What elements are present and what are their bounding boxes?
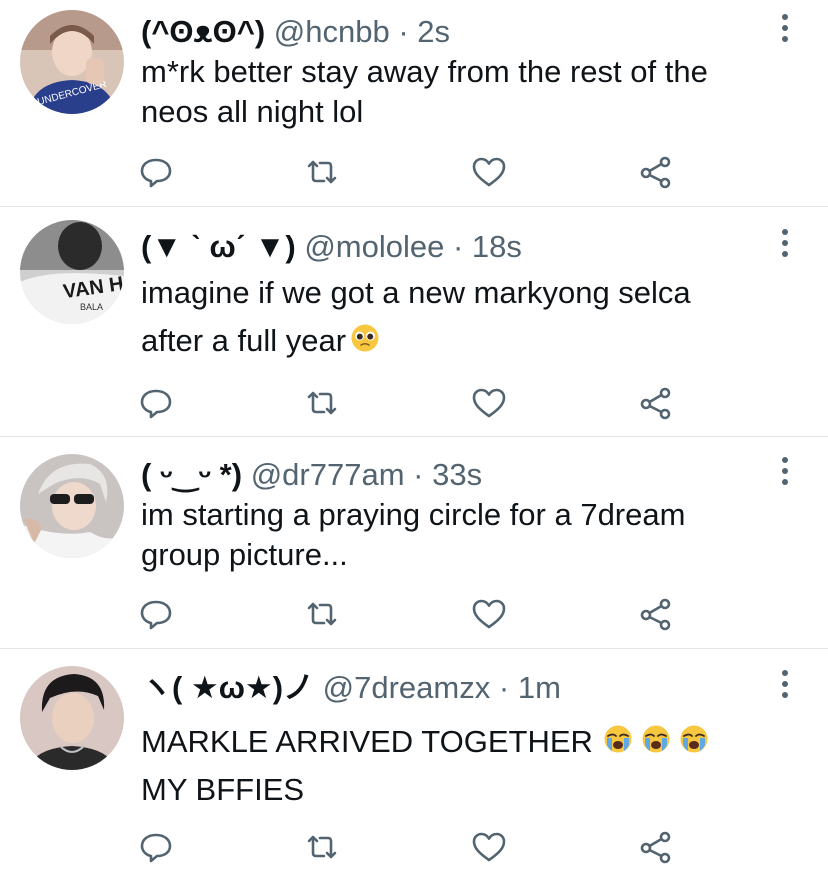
retweet-icon[interactable]: [304, 385, 340, 421]
tweet-text-line: imagine if we got a new markyong selca: [141, 275, 691, 310]
tweet-text-fragment: after a full year: [141, 323, 347, 358]
like-icon[interactable]: [471, 596, 507, 632]
user-handle[interactable]: @7dreamzx: [323, 670, 491, 705]
display-name[interactable]: ヽ( ★ω★)ノ: [141, 670, 314, 705]
tweet-header: ヽ( ★ω★)ノ @7dreamzx · 1m: [141, 668, 561, 708]
reply-icon[interactable]: [138, 596, 174, 632]
loudly-crying-face-emoji: [641, 721, 671, 767]
timestamp[interactable]: 1m: [518, 670, 561, 705]
tweet[interactable]: ( ᵕ‿ᵕ *) @dr777am · 33s im starting a pr…: [0, 437, 828, 649]
more-options-icon[interactable]: [778, 670, 792, 706]
tweet-text-line: MARKLE ARRIVED TOGETHER: [141, 719, 801, 767]
user-handle[interactable]: @mololee: [304, 229, 444, 264]
tweet-text: im starting a praying circle for a 7drea…: [141, 495, 801, 575]
svg-text:BALA: BALA: [80, 302, 103, 312]
tweet-actions: [0, 385, 828, 425]
like-icon[interactable]: [471, 385, 507, 421]
separator: ·: [413, 457, 424, 492]
user-handle[interactable]: @hcnbb: [274, 14, 390, 49]
tweet-actions: [0, 154, 828, 194]
tweet[interactable]: VAN H BALA (▼ ˋ ωˊ ▼) @mololee · 18s ima…: [0, 207, 828, 437]
timestamp[interactable]: 2s: [417, 14, 450, 49]
user-handle[interactable]: @dr777am: [251, 457, 405, 492]
loudly-crying-face-emoji: [679, 721, 709, 767]
tweet-actions: [0, 596, 828, 636]
display-name[interactable]: ( ᵕ‿ᵕ *): [141, 457, 242, 492]
tweet[interactable]: ヽ( ★ω★)ノ @7dreamzx · 1m MARKLE ARRIVED T…: [0, 649, 828, 876]
display-name[interactable]: (▼ ˋ ωˊ ▼): [141, 229, 296, 264]
retweet-icon[interactable]: [304, 596, 340, 632]
share-icon[interactable]: [638, 829, 674, 865]
tweet-text: MARKLE ARRIVED TOGETHER MY BFFIES: [141, 719, 801, 813]
more-options-icon[interactable]: [778, 457, 792, 493]
like-icon[interactable]: [471, 829, 507, 865]
retweet-icon[interactable]: [304, 154, 340, 190]
loudly-crying-face-emoji: [603, 721, 633, 767]
avatar[interactable]: UNDERCOVER: [20, 10, 124, 114]
share-icon[interactable]: [638, 385, 674, 421]
tweet-text-line: group picture...: [141, 537, 348, 572]
reply-icon[interactable]: [138, 385, 174, 421]
tweet-text-line: MY BFFIES: [141, 771, 305, 807]
share-icon[interactable]: [638, 154, 674, 190]
separator: ·: [398, 14, 409, 49]
reply-icon[interactable]: [138, 154, 174, 190]
avatar[interactable]: VAN H BALA: [20, 220, 124, 324]
tweet-actions: [0, 829, 828, 869]
tweet-header: (▼ ˋ ωˊ ▼) @mololee · 18s: [141, 227, 522, 267]
tweet-header: ( ᵕ‿ᵕ *) @dr777am · 33s: [141, 455, 482, 495]
more-options-icon[interactable]: [778, 14, 792, 50]
retweet-icon[interactable]: [304, 829, 340, 865]
like-icon[interactable]: [471, 154, 507, 190]
display-name[interactable]: (^ʘᴥʘ^): [141, 14, 265, 49]
tweet-header: (^ʘᴥʘ^) @hcnbb · 2s: [141, 12, 450, 52]
tweet-text-line: im starting a praying circle for a 7drea…: [141, 497, 686, 532]
tweet-text-line: m*rk better stay away from the rest of t…: [141, 54, 708, 89]
tweet-text-line: neos all night lol: [141, 94, 364, 129]
share-icon[interactable]: [638, 596, 674, 632]
pleading-face-emoji: [350, 319, 380, 367]
separator: ·: [498, 670, 510, 705]
timestamp[interactable]: 33s: [432, 457, 482, 492]
tweet-text: imagine if we got a new markyong selca a…: [141, 269, 801, 367]
avatar[interactable]: [20, 454, 124, 558]
avatar[interactable]: [20, 666, 124, 770]
tweet-text-fragment: MARKLE ARRIVED TOGETHER: [141, 724, 593, 759]
timestamp[interactable]: 18s: [472, 229, 522, 264]
more-options-icon[interactable]: [778, 229, 792, 265]
tweet[interactable]: UNDERCOVER (^ʘᴥʘ^) @hcnbb · 2s m*rk bett…: [0, 0, 828, 207]
separator: ·: [452, 229, 464, 264]
reply-icon[interactable]: [138, 829, 174, 865]
tweet-text-line: after a full year: [141, 317, 801, 367]
tweet-text: m*rk better stay away from the rest of t…: [141, 52, 801, 132]
